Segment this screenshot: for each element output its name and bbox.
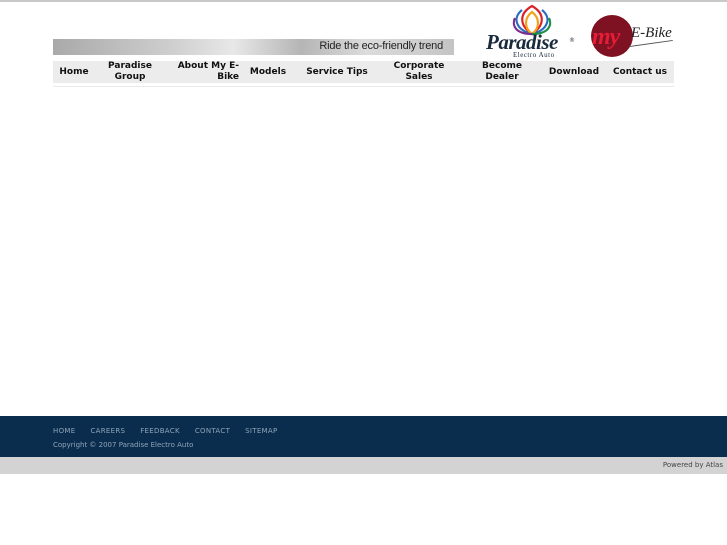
footer-link-careers[interactable]: CAREERS (90, 427, 125, 435)
footer-link-contact[interactable]: CONTACT (195, 427, 230, 435)
copyright-text: Copyright © 2007 Paradise Electro Auto (53, 441, 194, 449)
my-wordmark: my (592, 24, 620, 50)
tagline-banner: Ride the eco-friendly trend (53, 39, 454, 55)
footer-links: HOME CAREERS FEEDBACK CONTACT SITEMAP (53, 427, 278, 435)
page: Ride the eco-friendly trend Paradise ® E… (0, 0, 727, 545)
my-ebike-logo[interactable]: my E-Bike (589, 13, 677, 59)
footer: HOME CAREERS FEEDBACK CONTACT SITEMAP Co… (0, 416, 727, 457)
ebike-wordmark: E-Bike (631, 25, 672, 41)
nav-service-tips[interactable]: Service Tips (303, 61, 371, 83)
paradise-subtitle: Electro Auto (513, 51, 555, 59)
nav-home[interactable]: Home (53, 61, 95, 83)
tagline-text: Ride the eco-friendly trend (319, 40, 443, 52)
footer-link-home[interactable]: HOME (53, 427, 75, 435)
powered-by-link[interactable]: Powered by Atlas (663, 461, 723, 469)
top-border (0, 0, 727, 2)
footer-link-feedback[interactable]: FEEDBACK (140, 427, 180, 435)
main-nav: Home Paradise Group About My E-Bike Mode… (53, 61, 674, 83)
registered-mark: ® (569, 37, 575, 44)
nav-divider (53, 86, 674, 87)
nav-become-dealer[interactable]: Become Dealer (464, 61, 540, 83)
paradise-logo[interactable]: Paradise ® Electro Auto (482, 4, 578, 60)
nav-models[interactable]: Models (247, 61, 289, 83)
footer-link-sitemap[interactable]: SITEMAP (245, 427, 277, 435)
nav-corporate-sales[interactable]: Corporate Sales (379, 61, 459, 83)
sub-footer: Powered by Atlas (0, 457, 727, 474)
nav-paradise-group[interactable]: Paradise Group (102, 61, 158, 83)
nav-contact-us[interactable]: Contact us (611, 61, 669, 83)
nav-about-my-ebike[interactable]: About My E-Bike (173, 61, 239, 83)
nav-download[interactable]: Download (546, 61, 602, 83)
